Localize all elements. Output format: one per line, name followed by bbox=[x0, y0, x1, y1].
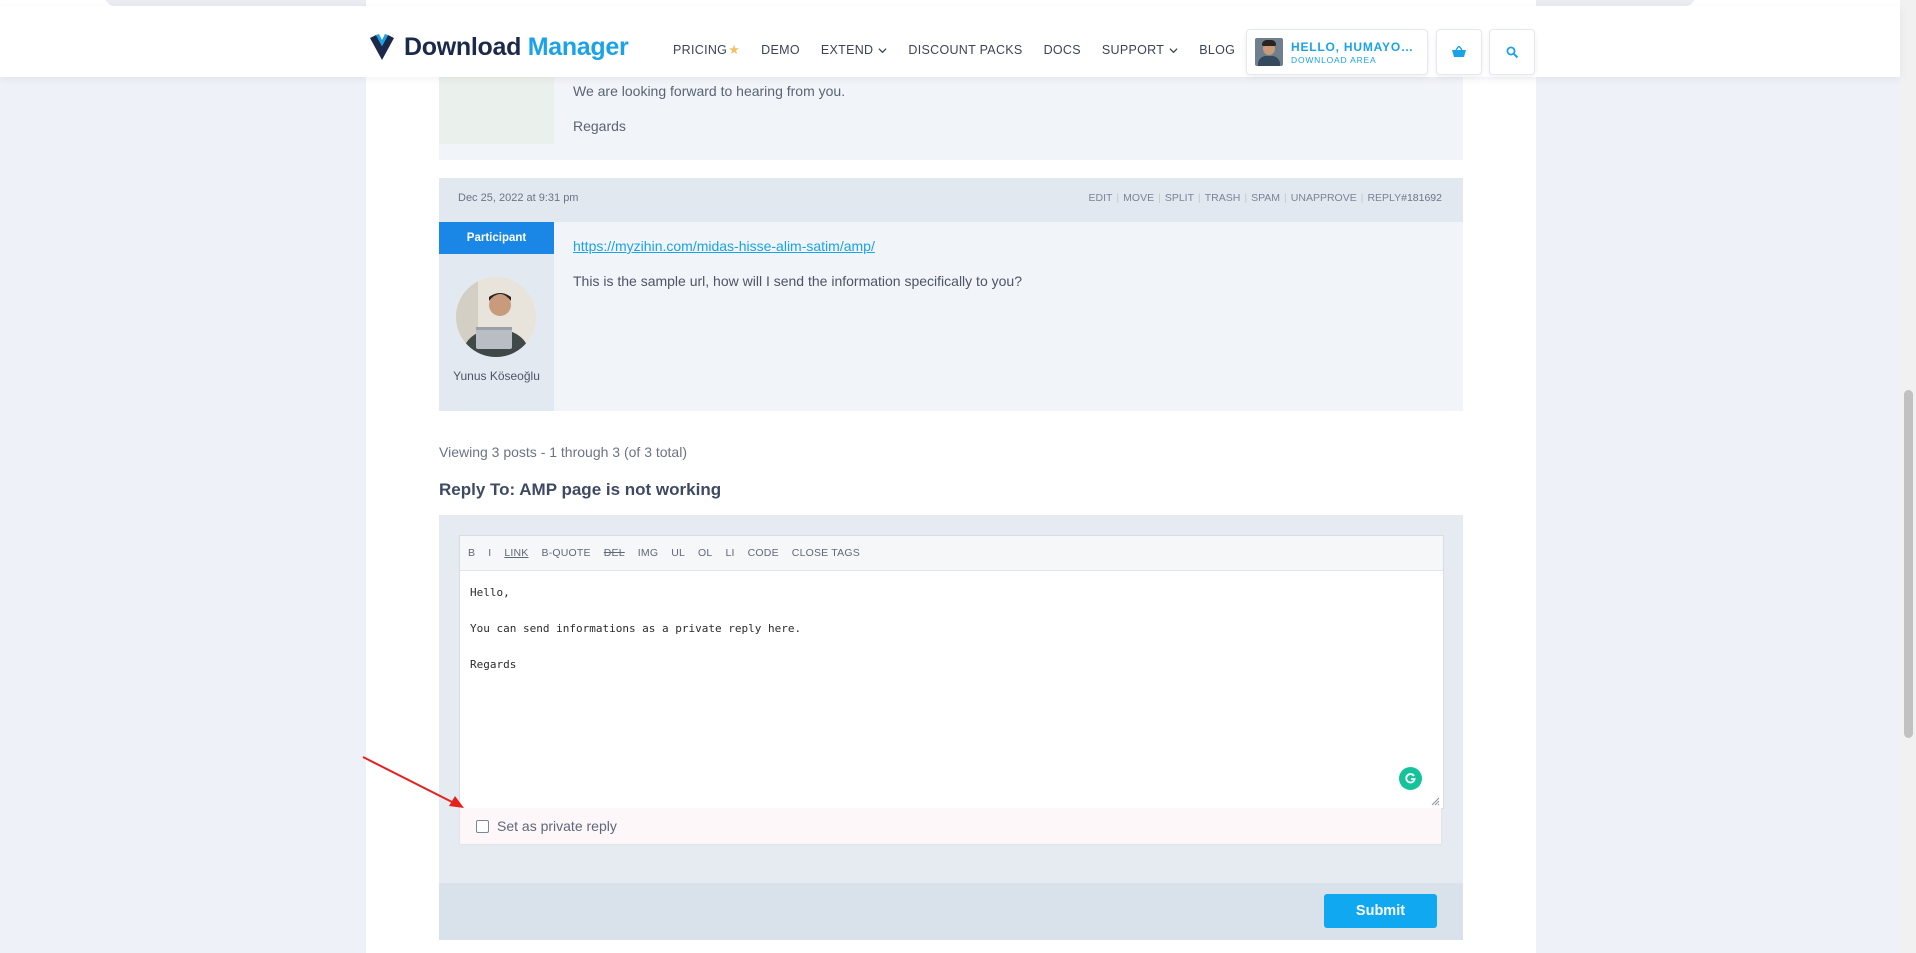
download-area-label: DOWNLOAD AREA bbox=[1291, 54, 1377, 65]
blockquote-button[interactable]: B-QUOTE bbox=[542, 547, 591, 559]
author-name[interactable]: Yunus Köseoğlu bbox=[439, 368, 554, 384]
nav-discount-packs[interactable]: DISCOUNT PACKS bbox=[908, 43, 1022, 57]
reply-editor: B I LINK B-QUOTE DEL IMG UL OL LI CODE C… bbox=[459, 535, 1444, 809]
submit-button[interactable]: Submit bbox=[1324, 894, 1437, 928]
reply-form-title: Reply To: AMP page is not working bbox=[439, 480, 722, 499]
page-scrollbar[interactable] bbox=[1900, 0, 1916, 953]
unapprove-link[interactable]: UNAPPROVE bbox=[1287, 192, 1361, 204]
pagination-summary: Viewing 3 posts - 1 through 3 (of 3 tota… bbox=[439, 444, 687, 460]
private-reply-row: Set as private reply bbox=[459, 808, 1442, 845]
previous-reply-line: We are looking forward to hearing from y… bbox=[573, 83, 846, 99]
code-button[interactable]: CODE bbox=[748, 547, 779, 559]
post-text: This is the sample url, how will I send … bbox=[573, 273, 1022, 289]
edit-link[interactable]: EDIT bbox=[1085, 192, 1117, 204]
editor-toolbar: B I LINK B-QUOTE DEL IMG UL OL LI CODE C… bbox=[460, 536, 1443, 571]
author-photo bbox=[456, 277, 536, 357]
move-link[interactable]: MOVE bbox=[1119, 192, 1158, 204]
search-icon bbox=[1506, 46, 1518, 58]
reply-textarea[interactable]: Hello, You can send informations as a pr… bbox=[460, 572, 1443, 808]
nav-pricing-label: PRICING bbox=[673, 43, 728, 57]
main-nav: PRICING ★ DEMO EXTEND DISCOUNT PACKS DOC… bbox=[673, 42, 1256, 58]
nav-discount-packs-label: DISCOUNT PACKS bbox=[908, 43, 1023, 57]
nav-blog[interactable]: BLOG bbox=[1199, 43, 1235, 57]
logo-icon bbox=[370, 34, 394, 60]
chevron-down-icon bbox=[1169, 47, 1178, 53]
cart-button[interactable] bbox=[1436, 29, 1482, 75]
private-reply-checkbox[interactable] bbox=[476, 819, 489, 833]
site-logo[interactable]: Download Manager bbox=[368, 32, 629, 62]
nav-blog-label: BLOG bbox=[1199, 43, 1236, 57]
site-header: Download Manager PRICING ★ DEMO EXTEND D… bbox=[0, 6, 1900, 77]
user-account-button[interactable]: HELLO, HUMAYON KABIR DOWNLOAD AREA bbox=[1246, 29, 1428, 75]
logo-word-manager: Manager bbox=[527, 32, 629, 61]
submit-bar bbox=[439, 883, 1463, 940]
user-greeting: HELLO, HUMAYON KABIR bbox=[1291, 39, 1419, 54]
scrollbar-thumb[interactable] bbox=[1904, 390, 1913, 738]
italic-button[interactable]: I bbox=[488, 547, 491, 559]
user-text: HELLO, HUMAYON KABIR DOWNLOAD AREA bbox=[1291, 40, 1419, 65]
delete-button[interactable]: DEL bbox=[604, 547, 625, 559]
nav-extend-label: EXTEND bbox=[820, 43, 874, 57]
reply-date: Dec 25, 2022 at 9:31 pm bbox=[458, 192, 579, 204]
grammarly-g-icon bbox=[1405, 773, 1416, 784]
nav-support-label: SUPPORT bbox=[1101, 43, 1165, 57]
previous-reply-line: Regards bbox=[573, 118, 626, 134]
nav-demo[interactable]: DEMO bbox=[761, 43, 800, 57]
nav-docs[interactable]: DOCS bbox=[1044, 43, 1081, 57]
private-reply-label[interactable]: Set as private reply bbox=[497, 818, 617, 834]
nav-demo-label: DEMO bbox=[761, 43, 800, 57]
role-badge: Participant bbox=[439, 222, 554, 254]
split-link[interactable]: SPLIT bbox=[1161, 192, 1198, 204]
avatar bbox=[1255, 38, 1283, 66]
resize-handle-icon[interactable] bbox=[1431, 797, 1440, 806]
image-button[interactable]: IMG bbox=[638, 547, 658, 559]
spam-link[interactable]: SPAM bbox=[1247, 192, 1284, 204]
nav-pricing[interactable]: PRICING ★ bbox=[673, 42, 740, 58]
close-tags-button[interactable]: CLOSE TAGS bbox=[792, 547, 860, 559]
chevron-down-icon bbox=[878, 47, 887, 53]
unordered-list-button[interactable]: UL bbox=[671, 547, 685, 559]
basket-icon bbox=[1452, 46, 1466, 57]
avatar[interactable] bbox=[456, 277, 536, 357]
annotation-arrow-icon bbox=[362, 756, 464, 808]
list-item-button[interactable]: LI bbox=[725, 547, 734, 559]
bold-button[interactable]: B bbox=[468, 547, 475, 559]
logo-word-download: Download bbox=[404, 32, 522, 61]
star-icon: ★ bbox=[728, 42, 741, 57]
logo-text: Download Manager bbox=[404, 32, 629, 62]
trash-link[interactable]: TRASH bbox=[1201, 192, 1245, 204]
link-button[interactable]: LINK bbox=[504, 547, 528, 559]
post-url-link[interactable]: https://myzihin.com/midas-hisse-alim-sat… bbox=[573, 238, 875, 254]
nav-support[interactable]: SUPPORT bbox=[1102, 43, 1178, 57]
nav-extend[interactable]: EXTEND bbox=[821, 43, 888, 57]
reply-admin-links: EDIT | MOVE | SPLIT | TRASH | SPAM | UNAPPROV… bbox=[1085, 192, 1443, 204]
grammarly-icon[interactable] bbox=[1399, 767, 1422, 790]
ordered-list-button[interactable]: OL bbox=[698, 547, 712, 559]
nav-docs-label: DOCS bbox=[1043, 43, 1081, 57]
reply-permalink[interactable]: #181692 bbox=[1401, 192, 1442, 204]
search-button[interactable] bbox=[1489, 29, 1535, 75]
reply-link[interactable]: REPLY bbox=[1363, 192, 1401, 204]
